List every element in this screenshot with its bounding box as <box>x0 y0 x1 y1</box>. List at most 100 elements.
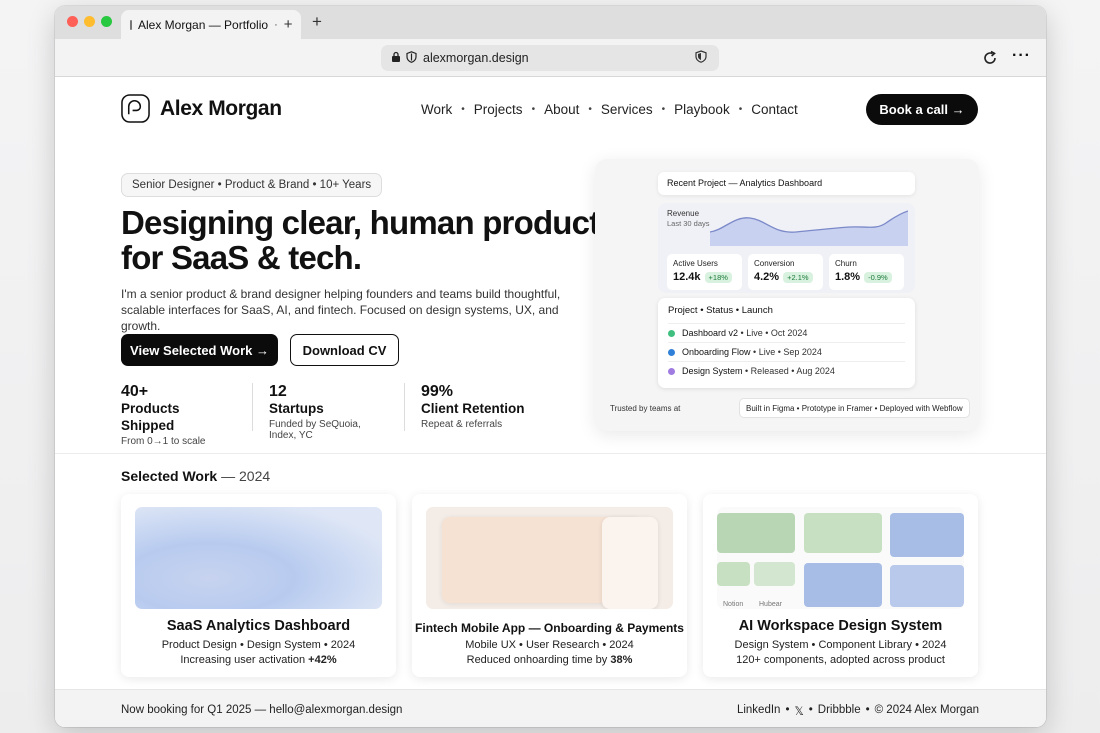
selected-work-heading: Selected Work — 2024 <box>121 468 270 484</box>
nav-work[interactable]: Work <box>421 102 452 117</box>
metric-delta: +18% <box>704 271 732 283</box>
page-content: Alex Morgan Work • Projects • About • Se… <box>55 77 1046 727</box>
zoom-window-button[interactable] <box>101 16 112 27</box>
close-window-button[interactable] <box>67 16 78 27</box>
hero-headline: Designing clear, human products for SaaS… <box>121 204 618 276</box>
nav-services[interactable]: Services <box>601 102 653 117</box>
nav-projects[interactable]: Projects <box>474 102 523 117</box>
card-meta: Mobile UX • User Research • 2024 <box>465 639 634 651</box>
status-dot <box>668 348 675 356</box>
view-work-button[interactable]: View Selected Work → <box>121 334 278 366</box>
mockup-tile <box>890 513 964 557</box>
nav-separator: • <box>531 104 536 115</box>
address-bar[interactable]: alexmorgan.design <box>381 45 719 71</box>
book-call-button[interactable]: Book a call → <box>866 94 978 125</box>
preview-dashboard: Revenue Last 30 days Active Users 12.4k … <box>658 203 915 293</box>
mockup-panel <box>602 517 658 609</box>
address-bar-row: alexmorgan.design ··· <box>55 39 1046 77</box>
mockup-label: Hubear <box>759 601 782 608</box>
tagline-badge: Senior Designer • Product & Brand • 10+ … <box>121 173 383 197</box>
row-name: Design System <box>682 366 743 376</box>
metric-value: 1.8% <box>835 271 861 283</box>
nav-playbook[interactable]: Playbook <box>674 102 730 117</box>
reload-icon[interactable] <box>982 50 998 66</box>
more-menu-button[interactable]: ··· <box>1012 47 1031 65</box>
stat-products: 40+ Products Shipped From 0→1 to scale <box>121 383 252 447</box>
metric-churn: Churn 1.8% -0.9% <box>829 254 904 290</box>
revenue-period: Last 30 days <box>667 219 710 228</box>
card-title: SaaS Analytics Dashboard <box>166 618 351 634</box>
stat-label: Client Retention <box>421 401 525 416</box>
mockup-tile <box>804 513 882 553</box>
section-divider <box>55 453 1046 454</box>
nav-separator: • <box>588 104 592 115</box>
metric-label: Churn <box>835 259 857 268</box>
site-footer: Now booking for Q1 2025 — hello@alexmorg… <box>55 689 1046 727</box>
card-meta: Product Design • Design System • 2024 <box>161 639 356 651</box>
stat-label: Startups <box>269 401 324 416</box>
page-favicon-icon <box>130 19 132 30</box>
table-row: Onboarding Flow • Live • Sep 2024 <box>668 342 905 361</box>
work-card-fintech[interactable]: Fintech Mobile App — Onboarding & Paymen… <box>412 494 687 677</box>
status-dot <box>668 329 675 337</box>
tab-title: Alex Morgan — Portfolio <box>138 17 269 32</box>
browser-window: Alex Morgan — Portfolio · + + alexmorgan… <box>55 6 1046 727</box>
metric-value: 4.2% <box>754 271 780 283</box>
download-cv-button[interactable]: Download CV <box>290 334 399 366</box>
metric-value: 12.4k <box>673 271 701 283</box>
browser-tab[interactable]: Alex Morgan — Portfolio · + <box>121 10 301 39</box>
nav-contact[interactable]: Contact <box>751 102 798 117</box>
mockup-tile <box>804 563 882 607</box>
row-status: • Live • Oct 2024 <box>738 328 808 338</box>
card-title: AI Workspace Design System <box>738 618 943 634</box>
booking-contact[interactable]: Now booking for Q1 2025 — hello@alexmorg… <box>121 704 402 716</box>
traffic-lights <box>67 16 112 27</box>
card-title: Fintech Mobile App — Onboarding & Paymen… <box>415 621 684 635</box>
stat-startups: 12 Startups Funded by SeQuoia, Index, YC <box>252 383 404 441</box>
work-card-ai[interactable]: Notion Hubear AI Workspace Design System… <box>703 494 978 677</box>
card-result: Increasing user activation +42% <box>121 654 396 666</box>
row-name: Onboarding Flow <box>682 347 751 357</box>
new-tab-button[interactable]: + <box>307 12 327 32</box>
card-result-text: Increasing user activation <box>180 654 309 666</box>
brand-link[interactable]: Alex Morgan <box>121 94 282 123</box>
tools-badge: Built in Figma • Prototype in Framer • D… <box>739 398 970 418</box>
url-text: alexmorgan.design <box>423 51 529 65</box>
tab-bar: Alex Morgan — Portfolio · + + <box>55 6 1046 39</box>
stat-note: Repeat & referrals <box>421 419 503 430</box>
stat-note: From 0→1 to scale <box>121 436 206 447</box>
stat-value: 99% <box>421 383 454 400</box>
card-thumbnail: Notion Hubear <box>717 507 964 609</box>
main-nav: Work • Projects • About • Services • Pla… <box>421 102 798 117</box>
stat-note: Funded by SeQuoia, Index, YC <box>269 419 361 441</box>
section-title-text: Selected Work <box>121 468 218 484</box>
card-result: 120+ components, adopted across product <box>703 654 978 666</box>
footer-separator: • <box>865 704 870 716</box>
status-dot <box>668 367 675 375</box>
tab-add-icon[interactable]: + <box>284 16 293 33</box>
copyright: © 2024 Alex Morgan <box>874 704 979 716</box>
hero-subhead: I'm a senior product & brand designer he… <box>121 287 561 333</box>
metric-delta: -0.9% <box>864 271 892 283</box>
dribbble-link[interactable]: Dribbble <box>818 704 861 718</box>
metric-conversion: Conversion 4.2% +2.1% <box>748 254 823 290</box>
card-meta: Design System • Component Library • 2024 <box>734 639 947 651</box>
x-link[interactable]: 𝕏 <box>794 704 803 718</box>
tab-close-button[interactable]: · <box>274 19 278 31</box>
table-row: Design System • Released • Aug 2024 <box>668 361 905 380</box>
row-status: • Live • Sep 2024 <box>750 347 822 357</box>
preview-title: Recent Project — Analytics Dashboard <box>658 172 915 195</box>
stat-label: Products Shipped <box>121 401 180 433</box>
card-result: Reduced onhoarding time by 38% <box>412 654 687 666</box>
card-result-text: 120+ components, adopted across product <box>736 654 945 666</box>
project-status-table: Project • Status • Launch Dashboard v2 •… <box>658 298 915 388</box>
metric-label: Conversion <box>754 259 795 268</box>
linkedin-link[interactable]: LinkedIn <box>737 704 780 718</box>
footer-links: LinkedIn • 𝕏 • Dribbble • © 2024 Alex Mo… <box>737 704 979 718</box>
minimize-window-button[interactable] <box>84 16 95 27</box>
card-thumbnail <box>135 507 382 609</box>
mockup-label: Notion <box>723 601 744 608</box>
tracking-shield-icon[interactable] <box>695 50 709 66</box>
work-card-saas[interactable]: SaaS Analytics Dashboard Product Design … <box>121 494 396 677</box>
nav-about[interactable]: About <box>544 102 579 117</box>
